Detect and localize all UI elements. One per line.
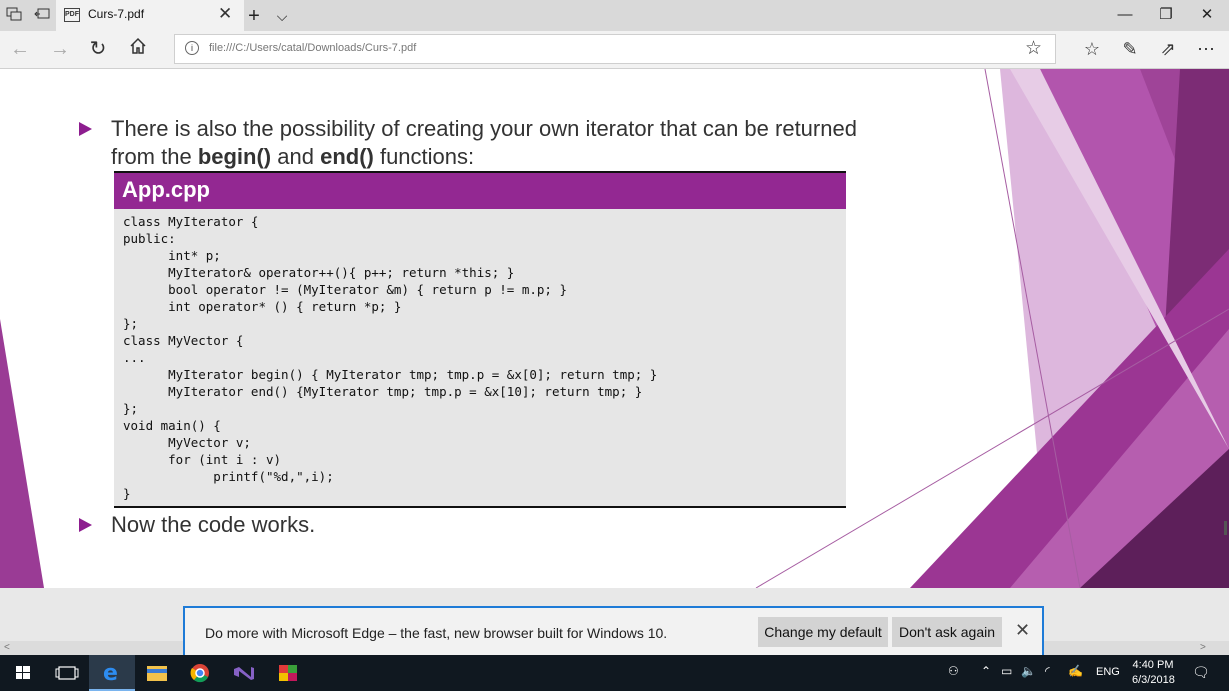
tab-preview-chevron-icon[interactable]: ⌵ (272, 6, 292, 26)
code-title: App.cpp (122, 177, 210, 202)
pen-workspace-icon[interactable]: ✍ (1068, 664, 1083, 678)
set-aside-tabs-icon[interactable] (32, 6, 52, 26)
refresh-icon[interactable]: ↻ (84, 37, 112, 61)
web-note-pen-icon[interactable]: ✎ (1116, 37, 1144, 61)
code-line: int* p; (123, 248, 221, 263)
code-line: }; (123, 316, 139, 331)
language-indicator[interactable]: ENG (1096, 666, 1120, 678)
code-line: bool operator != (MyIterator &m) { retur… (123, 282, 568, 297)
clock-date: 6/3/2018 (1132, 674, 1175, 686)
page-scroll-marker[interactable] (1224, 521, 1227, 535)
battery-icon[interactable]: ▭ (1001, 664, 1012, 678)
bullet-iterator-text: There is also the possibility of creatin… (111, 115, 951, 171)
volume-icon[interactable]: 🔈 (1021, 664, 1036, 678)
visual-studio-icon[interactable] (220, 655, 266, 691)
clock-time: 4:40 PM (1132, 659, 1174, 671)
new-tab-icon[interactable]: + (244, 6, 264, 26)
scroll-right-icon[interactable]: > (1200, 641, 1206, 655)
code-line: class MyVector { (123, 333, 244, 348)
share-icon[interactable]: ⇗ (1154, 37, 1182, 61)
bullet-arrow-icon (79, 122, 92, 136)
chrome-icon[interactable] (177, 655, 223, 691)
tray-chevron-up-icon[interactable]: ⌃ (981, 664, 991, 678)
favorite-star-icon[interactable]: ☆ (1025, 37, 1042, 60)
tab-actions-icon[interactable] (4, 6, 24, 26)
notification-close-icon[interactable]: ✕ (1015, 620, 1030, 641)
code-line: MyIterator begin() { MyIterator tmp; tmp… (123, 367, 658, 382)
wifi-icon[interactable]: ◜ (1045, 664, 1050, 678)
code-line: ... (123, 350, 146, 365)
title-bar: PDF Curs-7.pdf ✕ + ⌵ — ❐ ✕ (0, 0, 1229, 31)
windows-start-icon[interactable] (0, 655, 46, 691)
file-explorer-icon[interactable] (134, 655, 180, 691)
notification-message: Do more with Microsoft Edge – the fast, … (205, 625, 668, 641)
bullet-line-1: There is also the possibility of creatin… (111, 116, 857, 141)
code-line: MyVector v; (123, 435, 251, 450)
pdf-page: There is also the possibility of creatin… (0, 69, 1229, 588)
tab-close-icon[interactable]: ✕ (218, 4, 232, 24)
code-header: App.cpp (114, 171, 846, 211)
forward-icon[interactable]: → (46, 37, 74, 61)
scroll-left-icon[interactable]: < (4, 641, 10, 655)
address-text[interactable]: file:///C:/Users/catal/Downloads/Curs-7.… (209, 42, 416, 54)
bullet-line-2: from the begin() and end() functions: (111, 144, 475, 169)
edge-notification: Do more with Microsoft Edge – the fast, … (183, 606, 1044, 656)
code-line: MyIterator end() {MyIterator tmp; tmp.p … (123, 384, 643, 399)
code-line: } (123, 486, 131, 501)
code-line: }; (123, 401, 139, 416)
navigation-bar: ← → ↻ i file:///C:/Users/catal/Downloads… (0, 31, 1229, 69)
bullet-arrow-icon (79, 518, 92, 532)
code-line: void main() { (123, 418, 221, 433)
task-view-icon[interactable] (44, 655, 90, 691)
taskbar: e ⚇ ⌃ ▭ 🔈 ◜ ✍ ENG 4:40 PM 6/3/2018 🗨 (0, 655, 1229, 691)
code-line: for (int i : v) (123, 452, 282, 467)
clock[interactable]: 4:40 PM 6/3/2018 (1132, 658, 1175, 688)
bullet-code-works: Now the code works. (111, 512, 316, 537)
home-icon[interactable] (124, 37, 152, 61)
tab-title: Curs-7.pdf (88, 7, 145, 21)
action-center-icon[interactable]: 🗨 (1192, 664, 1210, 681)
pdf-icon: PDF (64, 8, 80, 22)
more-icon[interactable]: ⋯ (1192, 37, 1220, 61)
dont-ask-again-button[interactable]: Don't ask again (892, 617, 1002, 647)
address-bar[interactable]: i file:///C:/Users/catal/Downloads/Curs-… (174, 34, 1056, 64)
change-default-button[interactable]: Change my default (758, 617, 888, 647)
favorites-hub-icon[interactable]: ☆ (1078, 37, 1106, 61)
people-icon[interactable]: ⚇ (948, 664, 959, 678)
tab-curs7[interactable]: PDF Curs-7.pdf ✕ (56, 0, 244, 31)
colorful-app-icon[interactable] (265, 655, 311, 691)
close-window-button[interactable]: ✕ (1187, 3, 1227, 27)
svg-text:e: e (103, 661, 118, 686)
restore-button[interactable]: ❐ (1146, 3, 1186, 27)
end-keyword: end() (320, 144, 374, 169)
back-icon[interactable]: ← (6, 37, 34, 61)
code-line: printf("%d,",i); (123, 469, 334, 484)
code-line: int operator* () { return *p; } (123, 299, 402, 314)
edge-app-icon[interactable]: e (89, 655, 135, 691)
begin-keyword: begin() (197, 144, 272, 169)
code-line: public: (123, 231, 176, 246)
info-icon[interactable]: i (185, 41, 199, 55)
minimize-button[interactable]: — (1105, 3, 1145, 27)
code-line: class MyIterator { (123, 214, 259, 229)
code-block: class MyIterator { public: int* p; MyIte… (114, 209, 846, 508)
code-line: MyIterator& operator++(){ p++; return *t… (123, 265, 515, 280)
